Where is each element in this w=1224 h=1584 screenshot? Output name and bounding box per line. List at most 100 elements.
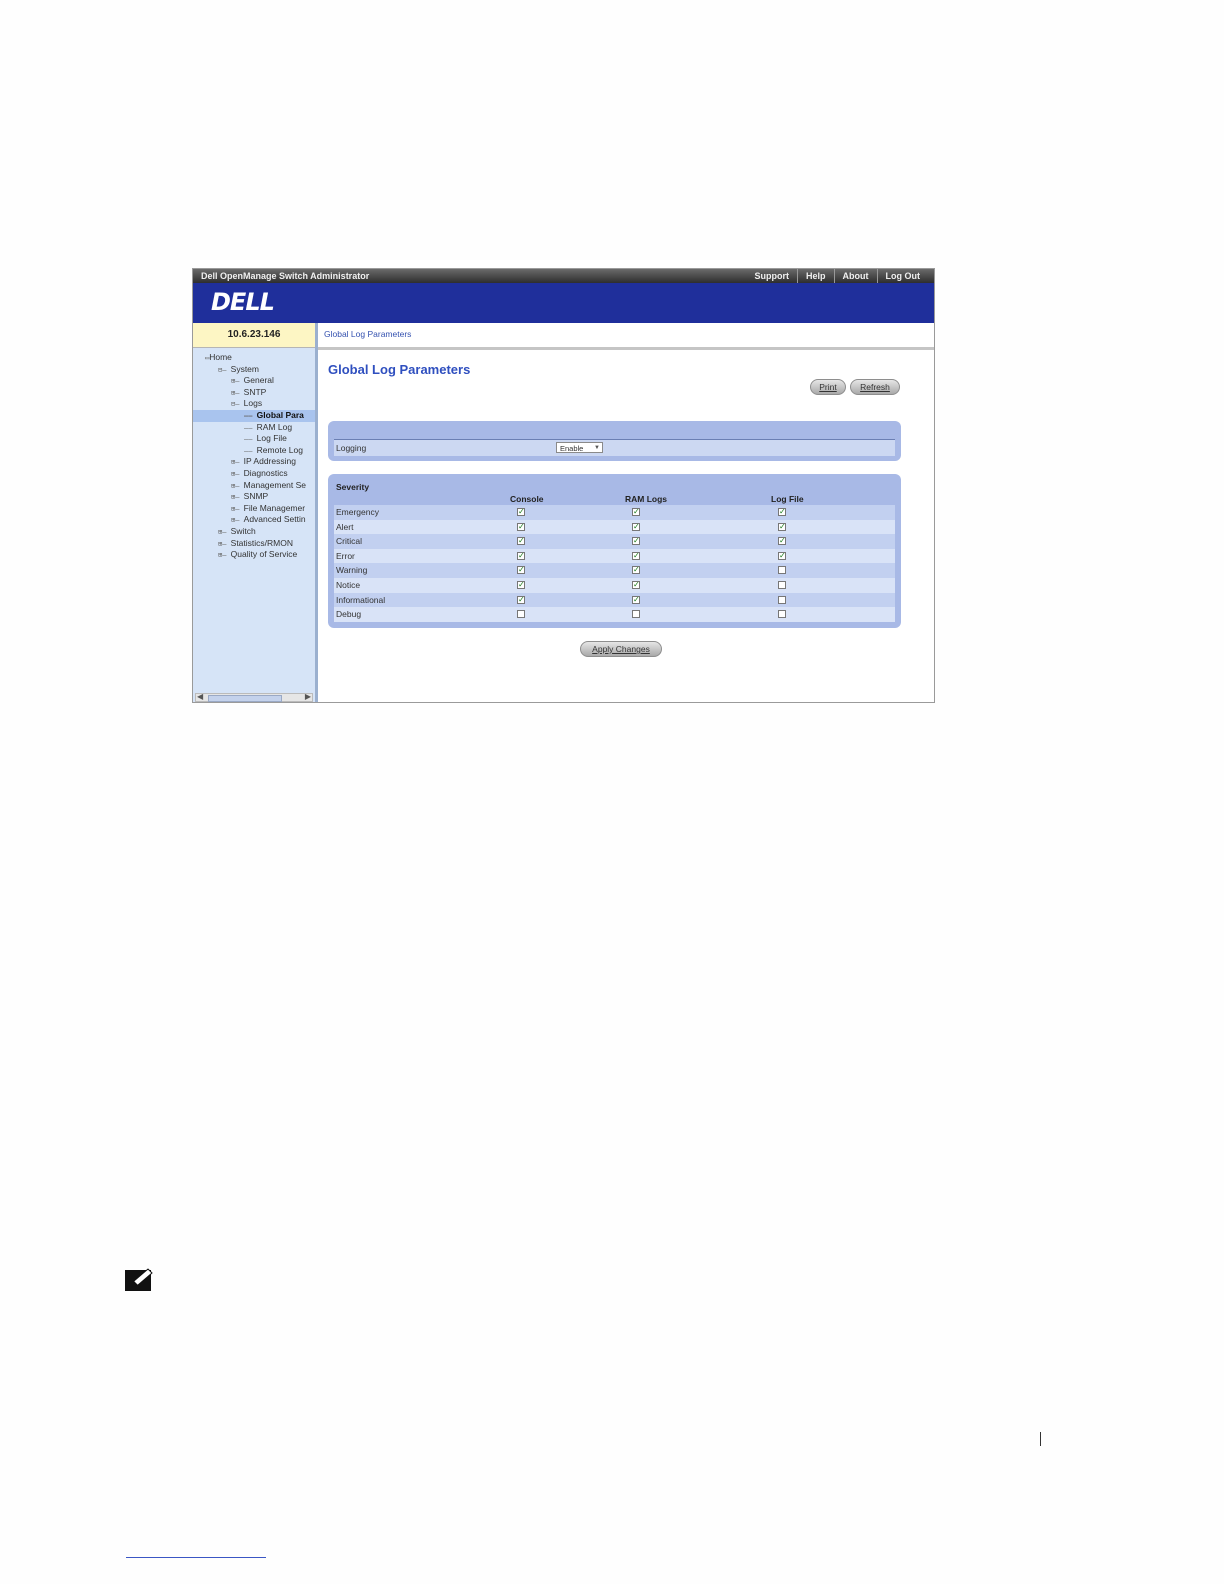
console-checkbox[interactable] bbox=[517, 610, 525, 619]
log-file-checkbox[interactable]: ✓ bbox=[778, 508, 786, 516]
expand-icon[interactable]: ⊞— bbox=[218, 528, 231, 536]
console-checkbox[interactable]: ✓ bbox=[517, 551, 525, 560]
tree-item-label: Global Para bbox=[256, 409, 304, 420]
tree-item-label: SNTP bbox=[243, 386, 267, 397]
tree-item-label: SNMP bbox=[243, 491, 269, 502]
tree-item-quality-of-service[interactable]: ⊞— Quality of Service bbox=[193, 549, 315, 561]
nav-tree: ▭Home ⊟— System ⊞— General ⊞— SNTP ⊟— Logs ——… bbox=[193, 348, 315, 561]
severity-panel: Severity Console RAM Logs Log File Emerg… bbox=[328, 474, 901, 628]
severity-heading: Severity bbox=[336, 482, 370, 492]
tree-connector: —— bbox=[244, 411, 257, 420]
tree-item-label: Remote Log bbox=[256, 444, 303, 455]
breadcrumb[interactable]: Global Log Parameters bbox=[324, 329, 411, 339]
tree-item-logs[interactable]: ⊟— Logs bbox=[193, 398, 315, 410]
tree-item-label: RAM Log bbox=[256, 421, 293, 432]
note-pencil-icon bbox=[125, 1268, 153, 1291]
refresh-button[interactable]: Refresh bbox=[850, 379, 900, 395]
ram-logs-checkbox[interactable]: ✓ bbox=[632, 551, 640, 560]
console-checkbox[interactable]: ✓ bbox=[517, 595, 525, 604]
ram-logs-checkbox[interactable]: ✓ bbox=[632, 537, 640, 546]
expand-icon[interactable]: ⊞— bbox=[218, 551, 231, 559]
tree-item-remote-log[interactable]: —— Remote Log bbox=[193, 445, 315, 457]
tree-item-general[interactable]: ⊞— General bbox=[193, 375, 315, 387]
ram-logs-checkbox[interactable]: ✓ bbox=[632, 508, 640, 516]
logging-select[interactable]: Enable ▼ bbox=[556, 442, 603, 453]
column-header-ram-logs: RAM Logs bbox=[625, 494, 668, 504]
ram-logs-checkbox[interactable]: ✓ bbox=[632, 522, 640, 531]
severity-row-error: Error ✓ ✓ ✓ bbox=[334, 548, 895, 564]
tree-item-label: Advanced Settin bbox=[243, 514, 306, 525]
severity-label: Warning bbox=[336, 565, 368, 576]
tree-item-global-para[interactable]: —— Global Para bbox=[193, 409, 315, 422]
console-checkbox[interactable]: ✓ bbox=[517, 522, 525, 531]
expand-icon[interactable]: ⊞— bbox=[231, 470, 244, 478]
support-link[interactable]: Support bbox=[746, 269, 797, 283]
ram-logs-checkbox[interactable]: ✓ bbox=[632, 595, 640, 604]
tree-item-system[interactable]: ⊟— System bbox=[193, 364, 315, 376]
console-checkbox[interactable]: ✓ bbox=[517, 566, 525, 575]
log-file-checkbox[interactable]: ✓ bbox=[778, 537, 786, 546]
tree-item-label: General bbox=[243, 375, 274, 386]
column-header-console: Console bbox=[510, 494, 544, 504]
severity-row-debug: Debug bbox=[334, 607, 895, 622]
chevron-down-icon: ▼ bbox=[594, 445, 600, 451]
console-checkbox[interactable]: ✓ bbox=[517, 580, 525, 589]
log-file-checkbox[interactable] bbox=[778, 595, 786, 604]
print-button[interactable]: Print bbox=[810, 379, 846, 395]
logging-panel: Logging Enable ▼ bbox=[328, 421, 901, 461]
tree-item-advanced-settin[interactable]: ⊞— Advanced Settin bbox=[193, 514, 315, 526]
scroll-left-icon[interactable]: ◀ bbox=[197, 692, 203, 701]
tree-item-diagnostics[interactable]: ⊞— Diagnostics bbox=[193, 468, 315, 480]
tree-item-management-se[interactable]: ⊞— Management Se bbox=[193, 480, 315, 492]
expand-icon[interactable]: ⊞— bbox=[231, 377, 244, 385]
expand-icon[interactable]: ⊞— bbox=[231, 493, 244, 501]
expand-icon[interactable]: ⊞— bbox=[218, 540, 231, 548]
tree-item-snmp[interactable]: ⊞— SNMP bbox=[193, 491, 315, 503]
collapse-icon[interactable]: ⊟— bbox=[218, 366, 231, 374]
tree-item-switch[interactable]: ⊞— Switch bbox=[193, 526, 315, 538]
logout-link[interactable]: Log Out bbox=[876, 269, 929, 283]
scroll-right-icon[interactable]: ▶ bbox=[305, 692, 311, 701]
logging-row: Logging Enable ▼ bbox=[334, 439, 895, 456]
log-file-checkbox[interactable] bbox=[778, 580, 786, 589]
tree-item-file-managemer[interactable]: ⊞— File Managemer bbox=[193, 503, 315, 515]
tree-item-ip-addressing[interactable]: ⊞— IP Addressing bbox=[193, 456, 315, 468]
tree-item-ram-log[interactable]: —— RAM Log bbox=[193, 422, 315, 434]
expand-icon[interactable]: ⊞— bbox=[231, 458, 244, 466]
tree-item-home[interactable]: ▭Home bbox=[193, 352, 315, 364]
collapse-icon[interactable]: ⊟— bbox=[231, 400, 244, 408]
about-link[interactable]: About bbox=[833, 269, 877, 283]
console-checkbox[interactable]: ✓ bbox=[517, 537, 525, 546]
tree-item-label: Quality of Service bbox=[230, 549, 298, 560]
ram-logs-checkbox[interactable] bbox=[632, 610, 640, 619]
expand-icon[interactable]: ⊞— bbox=[231, 505, 244, 513]
tree-item-statistics-rmon[interactable]: ⊞— Statistics/RMON bbox=[193, 538, 315, 550]
column-header-log-file: Log File bbox=[771, 494, 804, 504]
scroll-thumb[interactable] bbox=[208, 695, 282, 702]
log-file-checkbox[interactable] bbox=[778, 566, 786, 575]
severity-label: Debug bbox=[336, 609, 362, 620]
severity-label: Informational bbox=[336, 594, 386, 605]
ram-logs-checkbox[interactable]: ✓ bbox=[632, 566, 640, 575]
log-file-checkbox[interactable] bbox=[778, 610, 786, 619]
console-checkbox[interactable]: ✓ bbox=[517, 508, 525, 516]
expand-icon[interactable]: ⊞— bbox=[231, 482, 244, 490]
severity-label: Alert bbox=[336, 521, 354, 532]
help-link[interactable]: Help bbox=[796, 269, 834, 283]
expand-icon[interactable]: ⊞— bbox=[231, 516, 244, 524]
apply-changes-button[interactable]: Apply Changes bbox=[580, 641, 662, 657]
tree-item-log-file[interactable]: —— Log File bbox=[193, 433, 315, 445]
expand-icon[interactable]: ⊞— bbox=[231, 389, 244, 397]
severity-row-warning: Warning ✓ ✓ bbox=[334, 563, 895, 578]
tree-item-sntp[interactable]: ⊞— SNTP bbox=[193, 387, 315, 399]
tree-connector: —— bbox=[244, 423, 257, 432]
severity-label: Emergency bbox=[336, 507, 379, 517]
log-file-checkbox[interactable]: ✓ bbox=[778, 551, 786, 560]
horizontal-scrollbar[interactable]: ◀ ▶ bbox=[195, 692, 313, 702]
tree-item-label: IP Addressing bbox=[243, 456, 296, 467]
navigation-panel: 10.6.23.146 ▭Home ⊟— System ⊞— General ⊞— S… bbox=[193, 323, 318, 702]
log-file-checkbox[interactable]: ✓ bbox=[778, 522, 786, 531]
severity-row-critical: Critical ✓ ✓ ✓ bbox=[334, 534, 895, 549]
ram-logs-checkbox[interactable]: ✓ bbox=[632, 580, 640, 589]
device-ip: 10.6.23.146 bbox=[193, 323, 315, 348]
